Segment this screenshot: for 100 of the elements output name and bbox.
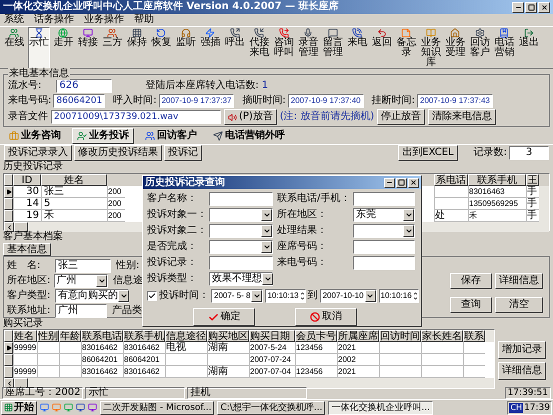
toolbar-button[interactable]: 保持 [126,27,148,69]
toolbar-button[interactable]: 备忘录 [395,27,418,69]
time-field[interactable]: 10:10:13 [265,288,306,302]
toolbar-button[interactable]: 转接 [76,27,99,69]
taskbar-task[interactable]: 一体化交换机企业呼叫... [328,400,434,414]
field-label: 来电号码: [8,95,52,107]
button[interactable]: 出到EXCEL [398,145,458,161]
toolbar-button[interactable]: 示忙 [28,27,50,69]
column-header[interactable]: 联系电话 [81,330,123,342]
toolbar-button[interactable]: 回访客户 [468,27,491,69]
toolbar-button[interactable]: 留言管理 [322,27,344,69]
text-field[interactable]: 张三 [55,259,111,273]
column-header[interactable]: 联系 [463,330,485,342]
ok-button[interactable]: 确定 [193,308,255,326]
button[interactable]: 投诉记 [164,145,202,161]
button[interactable]: 增加记录 [498,341,546,359]
table-cell: 13509569295 [468,198,526,210]
table-cell: 2002 [337,354,379,366]
button[interactable]: 详细信息 [495,273,543,289]
column-header[interactable]: 系电话 [434,174,468,186]
table-cell: 张三 [41,186,107,198]
text-field[interactable]: 2007-10-9 17:37:37 [158,94,234,108]
field-label: 是否完成： [147,241,198,253]
column-header[interactable]: 会员卡号 [295,330,337,342]
tab[interactable]: 业务投诉 [72,128,134,144]
dropdown-field[interactable]: 效果不理想 [209,272,273,286]
tab[interactable]: 业务咨询 [4,128,66,144]
column-header[interactable]: 姓名 [41,174,107,186]
column-header[interactable]: 年龄 [59,330,81,342]
text-field[interactable]: 2007-10-9 17:37:40 [288,94,364,108]
date-field[interactable]: 2007- 5- 8 [211,288,264,302]
column-header[interactable]: 性别 [37,330,59,342]
toolbar-button[interactable]: 录音管理 [297,27,320,69]
text-field[interactable]: 广州 [55,304,107,318]
column-header[interactable]: 姓名 [13,330,37,342]
button[interactable]: 保存 [450,273,492,289]
text-field[interactable]: 20071009\173739.021.wav [51,110,221,124]
cancel-button[interactable]: 取消 [295,308,357,326]
button[interactable]: 停止放音 [377,109,426,125]
date-field[interactable]: 2007-10-10 [320,288,377,302]
section-title: 客户基本档案 [3,231,63,242]
toolbar-button[interactable]: 来电 [346,27,368,69]
time-field[interactable]: 10:10:16 [378,288,419,302]
menu-item[interactable]: 话务操作 [34,14,74,26]
field-label: 投诉类型： [147,273,198,285]
tab[interactable]: 基本信息 [3,243,51,256]
dropdown-field[interactable]: 广州 [54,274,108,288]
button[interactable]: 查询 [450,297,492,313]
toolbar-button[interactable]: 代接来电 [248,27,270,69]
field-label: 投诉对象一： [147,209,208,221]
tab[interactable]: 电话营销外呼 [208,128,290,144]
toolbar-button[interactable]: 强插 [199,27,222,69]
toolbar-button[interactable]: 业务知识库 [420,27,442,69]
toolbar-button[interactable]: 恢复 [150,27,172,69]
taskbar-task[interactable]: 二次开发贴图 - Microsof... [100,400,214,414]
menu-item[interactable]: 业务操作 [84,14,124,26]
dropdown-field[interactable]: 东莞 [353,208,415,222]
text-field[interactable]: 86064201 [53,94,106,108]
column-header[interactable]: ID [13,174,41,186]
taskbar-task[interactable]: C:\想宇一体化交换机呼... [217,400,326,414]
toolbar-button[interactable]: 咨询呼叫 [272,27,295,69]
toolbar-button[interactable]: 走开 [52,27,74,69]
button[interactable]: 修改历史投诉结果 [74,145,162,161]
column-header[interactable]: 联系手机 [468,174,526,186]
column-header[interactable]: 信息途径 [165,330,207,342]
dropdown-field[interactable]: 有意向购买的 [55,289,129,303]
play-button[interactable]: (P)放音 [224,109,277,125]
toolbar-button[interactable]: 三方 [101,27,124,69]
button[interactable]: 详细信息 [498,362,546,380]
text-field[interactable]: 2007-10-9 17:37:43 [417,94,493,108]
button[interactable]: 清除来电信息 [428,109,496,125]
column-header[interactable]: 王 [526,174,539,186]
column-header[interactable]: 购买地区 [207,330,249,342]
toolbar-button[interactable]: 退出 [518,27,540,69]
toolbar-button[interactable]: 电话营销 [493,27,516,69]
column-header[interactable]: 购买日期 [249,330,295,342]
toolbar-button[interactable]: 在线 [3,27,26,69]
menu-item[interactable]: 帮助 [134,14,154,26]
table-cell: 86064201 [123,354,165,366]
button[interactable]: 投诉记录录入 [4,145,72,161]
button[interactable]: 清空 [495,297,543,313]
table-cell: 30 [13,186,41,198]
toolbar-button[interactable]: 呼出 [224,27,246,69]
count-value: 1 [262,80,268,92]
toolbar-button[interactable]: 返回 [370,27,393,69]
field-label: 录音文件 [8,111,48,123]
toolbar-button[interactable]: 监听 [174,27,197,69]
column-header[interactable]: 所属座席 [337,330,379,342]
column-header[interactable]: 家长姓名 [421,330,463,342]
toolbar-button[interactable]: 业务受理 [444,27,466,69]
column-header[interactable]: 联系手机 [123,330,165,342]
text-field[interactable]: 626 [56,79,112,93]
column-header[interactable]: 回访时间 [379,330,421,342]
tab[interactable]: 回访客户 [140,128,202,144]
menu-item[interactable]: 系统 [4,14,24,26]
text-field[interactable]: 3 [509,146,549,160]
table-cell: 2021 [337,342,379,354]
language-indicator[interactable]: CH [509,402,524,412]
table-cell: 86064201 [81,354,123,366]
start-button[interactable]: 开始 [1,400,37,414]
